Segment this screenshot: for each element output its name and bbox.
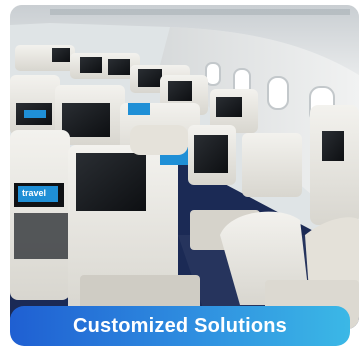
cabin-photo: travel <box>10 5 359 329</box>
cabin-illustration <box>10 5 359 329</box>
banner-title: Customized Solutions <box>73 315 287 337</box>
seat-screen-brand-text: travel <box>22 188 47 198</box>
solutions-banner[interactable]: Customized Solutions <box>10 306 350 346</box>
overhead-bin-edge <box>50 9 350 15</box>
